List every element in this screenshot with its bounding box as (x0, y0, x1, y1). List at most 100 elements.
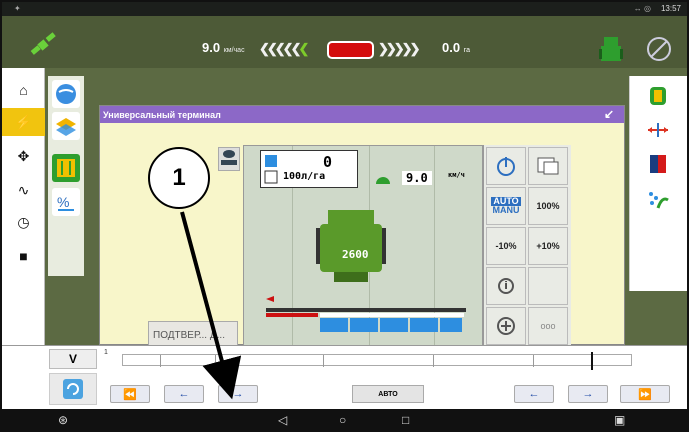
softkey-plus-10[interactable]: +10% (528, 227, 568, 265)
status-bar: ✦ ↔ ◎ 13:57 (2, 2, 687, 16)
softkey-minus-10[interactable]: -10% (486, 227, 526, 265)
home-icon: ⌂ (19, 82, 28, 98)
softkey-power[interactable] (486, 147, 526, 185)
nav-back-button-2[interactable]: ← (514, 385, 554, 403)
area-value: 0.0 (442, 40, 461, 55)
nav-home[interactable]: ⌂ (2, 76, 45, 104)
recents-icon[interactable]: □ (402, 413, 409, 427)
screen-switch-icon (537, 157, 559, 175)
speedometer-icon: ◷ (17, 213, 30, 230)
callout-label: 1 (148, 147, 210, 209)
tool-layers[interactable] (52, 112, 80, 140)
tool-percentage[interactable]: % (52, 188, 80, 216)
tank-level-icon (264, 155, 278, 184)
speed-value: 9.0 (202, 40, 221, 55)
speed-readout: 9.0 км/час (202, 40, 245, 55)
speed-display: 9.0 (402, 171, 432, 185)
nav-camera[interactable]: ■ (2, 242, 45, 270)
nav-back-button[interactable]: ← (164, 385, 204, 403)
minimize-icon[interactable]: ↙ (604, 107, 614, 121)
sprayer-icon (221, 150, 237, 165)
lane-track[interactable] (122, 352, 632, 370)
arrow-left-icon: ← (178, 388, 190, 400)
guidance-lines-icon (57, 159, 75, 177)
softkey-layers[interactable] (528, 147, 568, 185)
svg-text:%: % (57, 194, 69, 210)
softkey-empty[interactable] (528, 267, 568, 305)
nav-speedometer[interactable]: ◷ (2, 208, 45, 236)
track-start-number: 1 (104, 349, 108, 356)
manu-label: MANU (492, 205, 520, 215)
sprayer-workarea: 0 100л/га 9.0 км/ч 2600 (243, 145, 483, 369)
power-icon (497, 157, 515, 176)
nav-forward-button[interactable]: → (218, 385, 258, 403)
tool-guidance[interactable] (52, 154, 80, 182)
softkey-settings[interactable] (486, 307, 526, 345)
rate-value: 100л/га (283, 171, 326, 182)
screenshot-camera-icon[interactable]: ▣ (614, 413, 625, 427)
right-tool-spray[interactable] (644, 186, 672, 214)
tank-volume: 2600 (342, 248, 369, 261)
softkey-info[interactable]: i (486, 267, 526, 305)
nav-satellite[interactable]: ✥ (2, 142, 45, 170)
terminal-title: Универсальный терминал (103, 110, 221, 120)
spray-pattern-icon (649, 192, 669, 209)
speed-panel: 9.0 км/ч (370, 170, 466, 188)
location-icon: ✦ (14, 4, 21, 13)
main-value: 0 (323, 153, 333, 171)
refresh-button[interactable] (49, 373, 97, 405)
softkey-more[interactable]: ooo (528, 307, 568, 345)
run-icon: ⚡ (14, 113, 33, 130)
gauge-off-icon[interactable] (646, 36, 672, 62)
satellite-status-icon[interactable] (28, 32, 58, 58)
satellite-icon: ✥ (17, 147, 30, 164)
implement-icon[interactable] (598, 35, 624, 63)
back-icon[interactable]: ◁ (278, 413, 287, 427)
right-tool-guidance[interactable] (644, 82, 672, 110)
universal-terminal-window: Универсальный терминал ↙ 0 100л/га 9.0 к… (99, 105, 625, 369)
tool-globe[interactable] (52, 80, 80, 108)
boom-sections (266, 296, 466, 332)
auto-button[interactable]: АВТО (352, 385, 424, 403)
v-button[interactable]: V (49, 349, 97, 369)
right-chevrons: ❯❯❯❯❯ (378, 41, 421, 56)
home-circle-icon[interactable]: ○ (339, 413, 346, 427)
right-tool-shift[interactable] (644, 116, 672, 144)
nav-pulse[interactable]: ∿ (2, 176, 45, 204)
layers-icon (56, 118, 76, 136)
left-chevron-arrows: ❮❮❮❮❮ (259, 41, 302, 56)
shift-line-icon (648, 123, 668, 137)
active-chevron: ❮ (298, 41, 309, 56)
camera-icon: ■ (19, 248, 28, 264)
auto-button-label: АВТО (378, 390, 398, 398)
bottom-bar: V 1 ⏪ ← → АВТО ← → ⏩ (2, 345, 687, 409)
top-bar: 9.0 км/час ❮❮❮❮❮❮ ❯❯❯❯❯ 0.0 га (2, 16, 687, 68)
guidance-mode-icon (650, 87, 666, 105)
more-dots: ooo (540, 321, 556, 331)
info-icon: i (498, 278, 514, 294)
terminal-softkeys: AUTO MANU 100% -10% +10% i ooo (483, 145, 571, 369)
right-tool-implement[interactable] (644, 150, 672, 178)
nav-fast-forward-button[interactable]: ⏩ (620, 385, 670, 403)
right-tool-column (629, 76, 687, 291)
percent-icon: % (57, 194, 74, 211)
arrow-right-icon: → (582, 388, 594, 400)
area-readout: 0.0 га (442, 40, 470, 55)
speed-display-unit: км/ч (448, 171, 465, 179)
softkey-100-percent[interactable]: 100% (528, 187, 568, 225)
rate-panel: 0 100л/га (260, 150, 358, 188)
sprayer-status-icon[interactable] (218, 147, 240, 171)
plus-10-label: +10% (536, 241, 560, 251)
nav-run[interactable]: ⚡ (2, 108, 45, 136)
globe-icon (56, 84, 76, 104)
minus-10-label: -10% (495, 241, 517, 251)
refresh-icon (63, 379, 83, 399)
softkey-auto-manu[interactable]: AUTO MANU (486, 187, 526, 225)
percent-100-label: 100% (536, 201, 560, 211)
logo-icon[interactable]: ⊛ (58, 413, 68, 427)
terminal-header: Универсальный терминал ↙ (100, 106, 624, 123)
speed-gauge-icon (376, 177, 390, 184)
nav-forward-button-2[interactable]: → (568, 385, 608, 403)
nav-fast-back-button[interactable]: ⏪ (110, 385, 150, 403)
left-navigation: ⌂ ⚡ ✥ ∿ ◷ ■ (2, 68, 45, 345)
